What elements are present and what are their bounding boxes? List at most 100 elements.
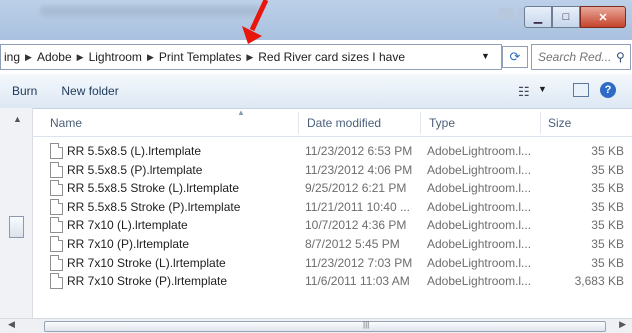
red-arrow-annotation (242, 0, 269, 44)
file-name: RR 7x10 (L).lrtemplate (67, 218, 188, 233)
document-icon (50, 254, 63, 271)
quick-button[interactable] (498, 8, 514, 20)
view-options-dropdown-icon[interactable]: ▼ (538, 84, 547, 94)
file-date: 11/21/2011 10:40 ... (305, 199, 410, 214)
file-size: 35 KB (591, 181, 624, 196)
column-divider[interactable] (298, 112, 299, 134)
file-name: RR 5.5x8.5 (L).lrtemplate (67, 144, 202, 158)
column-header-date[interactable]: Date modified (307, 116, 381, 130)
column-divider[interactable] (540, 112, 541, 134)
scroll-thumb[interactable] (9, 216, 24, 238)
file-type: AdobeLightroom.l... (427, 181, 532, 196)
file-type: AdobeLightroom.l... (427, 255, 532, 270)
document-icon (50, 198, 63, 215)
breadcrumb-separator-icon[interactable]: ▶ (23, 52, 34, 63)
column-header-name[interactable]: Name (50, 116, 82, 130)
refresh-icon: ⟳ (509, 49, 521, 64)
table-row[interactable]: RR 5.5x8.5 Stroke (P).lrtemplate 11/21/2… (32, 198, 632, 217)
document-icon (50, 217, 63, 234)
view-options-icon[interactable]: ☷ (518, 84, 530, 100)
breadcrumb-print-templates[interactable]: Print Templates (156, 50, 244, 64)
file-name: RR 7x10 (P).lrtemplate (67, 236, 190, 251)
breadcrumb-current-folder[interactable]: Red River card sizes I have (255, 50, 408, 64)
file-type: AdobeLightroom.l... (427, 218, 532, 233)
refresh-button[interactable]: ⟳ (502, 46, 528, 68)
horizontal-scrollbar[interactable]: ◀ ||| ▶ (0, 318, 632, 333)
file-size: 3,683 KB (574, 274, 624, 289)
file-name: RR 7x10 Stroke (L).lrtemplate (67, 255, 226, 270)
column-header-type[interactable]: Type (429, 116, 455, 130)
window-controls: ▁ □ ✕ (524, 6, 626, 28)
column-headers: ▲ Name Date modified Type Size (32, 108, 632, 137)
table-row[interactable]: RR 5.5x8.5 (P).lrtemplate 11/23/2012 4:0… (32, 161, 632, 180)
file-size: 35 KB (591, 199, 624, 214)
table-row[interactable]: RR 7x10 (P).lrtemplate 8/7/2012 5:45 PM … (32, 235, 632, 254)
document-icon (50, 180, 63, 197)
maximize-icon: □ (562, 11, 570, 23)
file-type: AdobeLightroom.l... (427, 199, 532, 214)
file-name: RR 5.5x8.5 Stroke (P).lrtemplate (67, 199, 241, 214)
close-button[interactable]: ✕ (580, 6, 626, 28)
search-box[interactable]: ⚲ (531, 44, 631, 70)
file-list: RR 5.5x8.5 (L).lrtemplate 11/23/2012 6:5… (32, 142, 632, 291)
document-icon (50, 273, 63, 290)
breadcrumb-separator-icon[interactable]: ▶ (244, 52, 255, 63)
file-date: 11/23/2012 6:53 PM (305, 144, 413, 158)
horizontal-scroll-thumb[interactable]: ||| (44, 320, 606, 332)
table-row[interactable]: RR 7x10 (L).lrtemplate 10/7/2012 4:36 PM… (32, 216, 632, 235)
document-icon (50, 143, 63, 159)
breadcrumb-separator-icon[interactable]: ▶ (75, 52, 86, 63)
file-date: 9/25/2012 6:21 PM (305, 181, 407, 196)
breadcrumb-separator-icon[interactable]: ▶ (145, 52, 156, 63)
navigation-pane-scrollbar[interactable]: ▲ (0, 108, 33, 318)
file-name: RR 5.5x8.5 Stroke (L).lrtemplate (67, 181, 240, 196)
file-type: AdobeLightroom.l... (427, 236, 532, 251)
file-type: AdobeLightroom.l... (427, 274, 532, 289)
file-date: 11/6/2011 11:03 AM (305, 274, 410, 289)
file-date: 8/7/2012 5:45 PM (305, 236, 400, 251)
help-icon[interactable]: ? (600, 82, 616, 98)
search-input[interactable] (532, 49, 616, 65)
close-icon: ✕ (598, 11, 608, 24)
file-date: 11/23/2012 7:03 PM (305, 255, 413, 270)
breadcrumb-lightroom[interactable]: Lightroom (86, 50, 145, 64)
file-size: 35 KB (591, 255, 624, 270)
table-row[interactable]: RR 5.5x8.5 (L).lrtemplate 11/23/2012 6:5… (32, 142, 632, 161)
file-date: 11/23/2012 4:06 PM (305, 162, 413, 177)
minimize-button[interactable]: ▁ (524, 6, 552, 28)
search-icon[interactable]: ⚲ (616, 50, 625, 64)
file-date: 10/7/2012 4:36 PM (305, 218, 407, 233)
preview-pane-icon[interactable] (573, 83, 589, 97)
sort-ascending-icon: ▲ (237, 108, 245, 117)
breadcrumb-partial[interactable]: ing (1, 50, 23, 64)
document-icon (50, 235, 63, 252)
maximize-button[interactable]: □ (552, 6, 580, 28)
column-divider[interactable] (420, 112, 421, 134)
new-folder-button[interactable]: New folder (49, 84, 130, 98)
burn-button[interactable]: Burn (0, 84, 49, 98)
window-titlebar: ▁ □ ✕ (0, 0, 632, 40)
scroll-right-icon[interactable]: ▶ (619, 319, 626, 330)
address-row: ing ▶ Adobe ▶ Lightroom ▶ Print Template… (0, 44, 632, 70)
column-header-size[interactable]: Size (548, 116, 571, 130)
file-size: 35 KB (591, 144, 624, 158)
scroll-grip-icon: ||| (363, 320, 370, 329)
scroll-up-icon[interactable]: ▲ (13, 114, 22, 124)
file-type: AdobeLightroom.l... (427, 144, 532, 158)
file-size: 35 KB (591, 236, 624, 251)
file-type: AdobeLightroom.l... (427, 162, 532, 177)
document-icon (50, 161, 63, 178)
breadcrumb-adobe[interactable]: Adobe (34, 50, 75, 64)
file-name: RR 7x10 Stroke (P).lrtemplate (67, 274, 228, 289)
address-dropdown-icon[interactable]: ▼ (481, 51, 490, 61)
file-size: 35 KB (591, 218, 624, 233)
table-row[interactable]: RR 7x10 Stroke (L).lrtemplate 11/23/2012… (32, 254, 632, 273)
file-size: 35 KB (591, 162, 624, 177)
table-row[interactable]: RR 5.5x8.5 Stroke (L).lrtemplate 9/25/20… (32, 179, 632, 198)
command-toolbar: Burn New folder ☷ ▼ ? (0, 74, 632, 109)
minimize-icon: ▁ (533, 11, 543, 24)
address-bar[interactable]: ing ▶ Adobe ▶ Lightroom ▶ Print Template… (0, 44, 502, 70)
scroll-left-icon[interactable]: ◀ (8, 319, 15, 330)
table-row[interactable]: RR 7x10 Stroke (P).lrtemplate 11/6/2011 … (32, 272, 632, 291)
blurred-window-title (40, 6, 260, 16)
